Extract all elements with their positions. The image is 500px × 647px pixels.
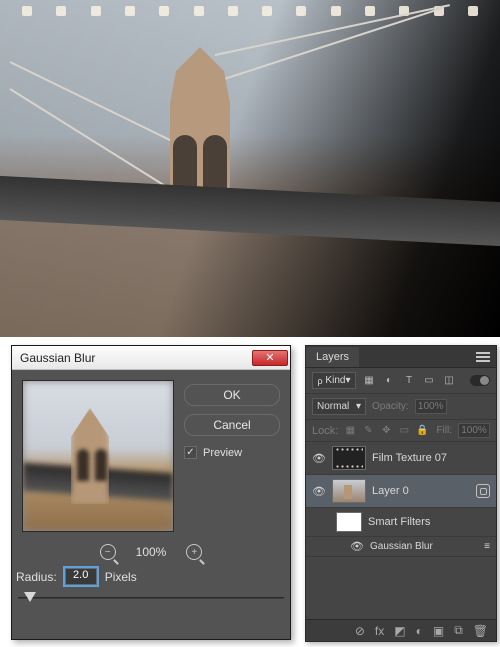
- filter-type-icon[interactable]: T: [402, 374, 416, 388]
- filter-preview[interactable]: [22, 380, 174, 532]
- ok-button[interactable]: OK: [184, 384, 280, 406]
- slider-thumb[interactable]: [24, 592, 36, 602]
- preview-checkbox-row[interactable]: ✓ Preview: [184, 446, 280, 459]
- link-layers-icon[interactable]: ⊘: [355, 624, 365, 638]
- radius-input[interactable]: 2.0: [65, 568, 97, 585]
- new-layer-icon[interactable]: ⧉: [454, 623, 463, 638]
- group-icon[interactable]: ▣: [433, 624, 444, 638]
- layers-footer: ⊘ fx ◩ ◐ ▣ ⧉ 🗑: [306, 619, 496, 641]
- preview-checkbox[interactable]: ✓: [184, 446, 197, 459]
- filter-smart-icon[interactable]: ◫: [442, 374, 456, 388]
- lock-pixels-icon[interactable]: ▦: [344, 425, 356, 437]
- visibility-icon[interactable]: 👁: [312, 485, 326, 498]
- filter-kind-select[interactable]: ρ Kind ▾: [312, 372, 356, 389]
- visibility-icon[interactable]: 👁: [350, 540, 364, 553]
- lock-position-icon[interactable]: ✥: [380, 425, 392, 437]
- filter-mask-thumbnail[interactable]: [336, 512, 362, 532]
- smart-filters-label: Smart Filters: [368, 516, 490, 528]
- lock-brush-icon[interactable]: ✎: [362, 425, 374, 437]
- tab-layers[interactable]: Layers: [306, 347, 359, 367]
- document-canvas: [0, 0, 500, 337]
- filter-toggle[interactable]: [470, 375, 490, 386]
- smart-object-icon: [476, 484, 490, 498]
- radius-label: Radius:: [16, 570, 57, 584]
- fill-label: Fill:: [436, 425, 452, 436]
- filter-shape-icon[interactable]: ▭: [422, 374, 436, 388]
- close-button[interactable]: ✕: [252, 350, 288, 366]
- layer-list: 👁 Film Texture 07 👁 Layer 0 Smart Filter…: [306, 442, 496, 619]
- layer-thumbnail[interactable]: [332, 446, 366, 470]
- layer-style-icon[interactable]: fx: [375, 624, 384, 638]
- layer-item[interactable]: 👁 Film Texture 07: [306, 442, 496, 475]
- dialog-titlebar[interactable]: Gaussian Blur ✕: [12, 346, 290, 370]
- panel-menu-icon[interactable]: [470, 350, 496, 364]
- gaussian-blur-dialog: Gaussian Blur ✕ OK Cancel ✓ Preview − 10…: [11, 345, 291, 640]
- cancel-button[interactable]: Cancel: [184, 414, 280, 436]
- filter-entry[interactable]: 👁 Gaussian Blur ≡: [306, 537, 496, 557]
- radius-slider[interactable]: [18, 589, 284, 607]
- smart-filters-row[interactable]: Smart Filters: [306, 508, 496, 537]
- filter-pixel-icon[interactable]: ▦: [362, 374, 376, 388]
- zoom-level: 100%: [136, 545, 167, 559]
- preview-label: Preview: [203, 447, 242, 459]
- adjustment-layer-icon[interactable]: ◐: [416, 624, 423, 638]
- lock-label: Lock:: [312, 425, 338, 437]
- layer-name[interactable]: Film Texture 07: [372, 452, 490, 464]
- layer-mask-icon[interactable]: ◩: [394, 624, 405, 638]
- delete-layer-icon[interactable]: 🗑: [473, 624, 488, 638]
- lock-artboard-icon[interactable]: ▭: [398, 425, 410, 437]
- filter-name: Gaussian Blur: [370, 541, 433, 552]
- opacity-value[interactable]: 100%: [415, 399, 447, 414]
- fill-value[interactable]: 100%: [458, 423, 490, 438]
- zoom-out-icon[interactable]: −: [100, 544, 116, 560]
- layer-name[interactable]: Layer 0: [372, 485, 470, 497]
- layers-panel: Layers ρ Kind ▾ ▦ ◐ T ▭ ◫ Normal ▾ Opaci…: [305, 345, 497, 642]
- filter-adjust-icon[interactable]: ◐: [382, 374, 396, 388]
- filter-options-icon[interactable]: ≡: [484, 541, 490, 552]
- dialog-title: Gaussian Blur: [20, 351, 252, 365]
- zoom-in-icon[interactable]: +: [186, 544, 202, 560]
- radius-unit: Pixels: [105, 570, 137, 584]
- layer-item[interactable]: 👁 Layer 0: [306, 475, 496, 508]
- visibility-icon[interactable]: 👁: [312, 452, 326, 465]
- layer-thumbnail[interactable]: [332, 479, 366, 503]
- blend-mode-select[interactable]: Normal ▾: [312, 398, 366, 415]
- lock-all-icon[interactable]: 🔒: [416, 425, 428, 437]
- opacity-label: Opacity:: [372, 401, 409, 412]
